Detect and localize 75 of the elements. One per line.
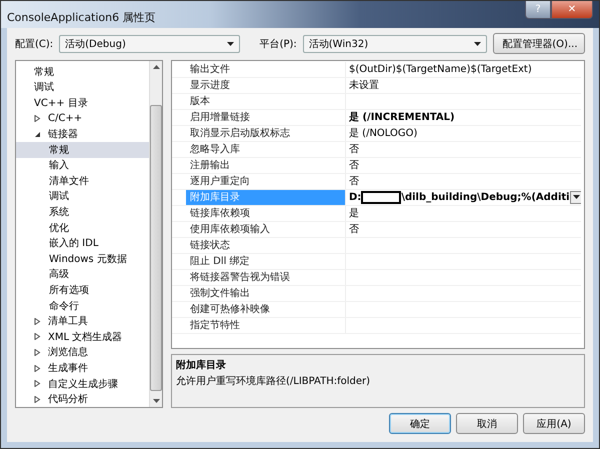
platform-dropdown[interactable]: 活动(Win32): [302, 34, 488, 53]
property-name[interactable]: 链接库依赖项: [186, 206, 346, 221]
config-dropdown[interactable]: 活动(Debug): [59, 34, 240, 53]
platform-label: 平台(P):: [260, 38, 297, 51]
property-name[interactable]: 使用库依赖项输入: [186, 222, 346, 237]
property-name[interactable]: 链接状态: [186, 238, 346, 253]
dialog-button[interactable]: 取消: [456, 413, 518, 434]
property-value: 否: [349, 223, 359, 236]
tree-item[interactable]: 调试: [16, 80, 149, 96]
property-value: 未设置: [349, 78, 379, 92]
caret-icon: [226, 42, 234, 46]
tree-item[interactable]: 浏览信息: [16, 344, 149, 360]
tree-item[interactable]: 代码分析: [16, 391, 149, 407]
tree-item[interactable]: 常规: [16, 142, 149, 158]
tree-item[interactable]: XML 文档生成器: [16, 329, 149, 345]
config-manager-button[interactable]: 配置管理器(O)...: [493, 33, 585, 54]
tree-item[interactable]: 调试: [16, 188, 149, 204]
property-name[interactable]: 将链接器警告视为错误: [186, 270, 346, 285]
property-name[interactable]: 忽略导入库: [186, 142, 346, 157]
scroll-down-icon[interactable]: [152, 399, 160, 403]
tree-item[interactable]: 链接器: [16, 126, 149, 142]
tree-item[interactable]: 常规: [16, 64, 149, 80]
description-title: 附加库目录: [176, 358, 227, 372]
collapse-icon[interactable]: [34, 130, 41, 138]
property-name[interactable]: 强制文件输出: [186, 286, 346, 301]
expand-icon[interactable]: [34, 318, 41, 325]
expand-icon[interactable]: [34, 115, 41, 122]
redaction-box: [361, 190, 402, 204]
expand-icon[interactable]: [34, 364, 41, 372]
caret-icon: [572, 195, 580, 200]
tree-item[interactable]: 清单文件: [16, 173, 149, 189]
tree-item[interactable]: 优化: [16, 220, 149, 236]
scroll-up-icon[interactable]: [152, 64, 160, 69]
property-value: \dilb_building\Debug;%(Additi: [401, 192, 570, 203]
property-name[interactable]: 启用增量链接: [186, 110, 346, 125]
description-text: 允许用户重写环境库路径(/LIBPATH:folder): [176, 374, 372, 388]
tree-item[interactable]: 生成事件: [16, 360, 149, 376]
expand-icon[interactable]: [34, 348, 41, 356]
config-label: 配置(C):: [15, 38, 54, 51]
expand-icon[interactable]: [34, 380, 41, 388]
property-name[interactable]: 指定节特性: [186, 318, 346, 333]
property-name[interactable]: 版本: [186, 94, 346, 109]
expand-icon[interactable]: [34, 396, 41, 403]
property-value: 是 (/NOLOGO): [349, 127, 418, 140]
tree-item[interactable]: 自定义生成步骤: [16, 376, 149, 392]
property-value: 否: [349, 175, 359, 188]
property-name[interactable]: 取消显示启动版权标志: [186, 126, 346, 141]
property-value: $(OutDir)$(TargetName)$(TargetExt): [349, 64, 532, 75]
dropdown-button[interactable]: [570, 190, 581, 204]
tree-item[interactable]: 嵌入的 IDL: [16, 235, 149, 252]
tree-item[interactable]: 所有选项: [16, 282, 149, 298]
property-name[interactable]: 逐用户重定向: [186, 174, 346, 189]
caret-icon: [474, 42, 482, 46]
property-value: 是 (/INCREMENTAL): [349, 110, 455, 124]
property-value: D:: [349, 192, 362, 203]
tree-item[interactable]: 输入: [16, 158, 149, 174]
property-name[interactable]: 阻止 Dll 绑定: [186, 254, 346, 269]
property-name[interactable]: 创建可热修补映像: [186, 302, 346, 317]
property-name[interactable]: 输出文件: [186, 62, 346, 77]
dialog-button[interactable]: 确定: [389, 413, 451, 434]
property-name[interactable]: 注册输出: [186, 158, 346, 173]
tree-item[interactable]: Windows 元数据: [16, 251, 149, 267]
tree-item[interactable]: 系统: [16, 204, 149, 220]
tree-item[interactable]: 高级: [16, 266, 149, 282]
property-name[interactable]: 显示进度: [186, 78, 346, 93]
tree-item[interactable]: VC++ 目录: [16, 95, 149, 111]
property-value: 否: [349, 159, 359, 172]
dialog-button[interactable]: 应用(A): [523, 413, 585, 434]
property-value: 否: [349, 143, 359, 156]
tree-item[interactable]: 命令行: [16, 298, 149, 314]
tree-item[interactable]: C/C++: [16, 110, 149, 126]
property-value: 是: [349, 207, 359, 220]
expand-icon[interactable]: [34, 333, 41, 340]
tree-item[interactable]: 清单工具: [16, 313, 149, 330]
window-title: ConsoleApplication6 属性页: [7, 10, 157, 25]
